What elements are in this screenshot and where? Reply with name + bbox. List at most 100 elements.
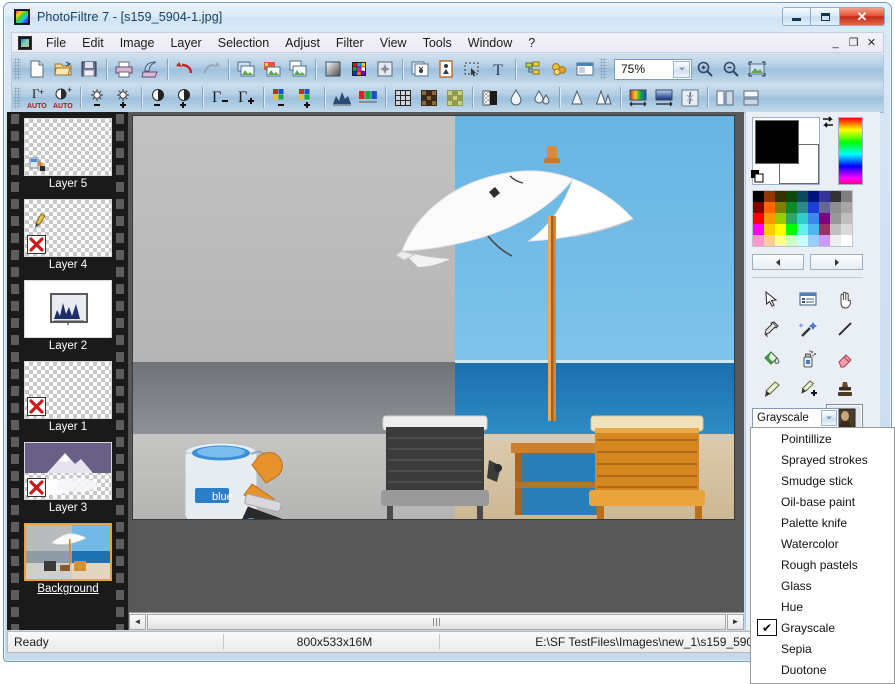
blur-icon[interactable] <box>503 85 529 110</box>
menu-view[interactable]: View <box>372 34 415 52</box>
palette-next-button[interactable] <box>810 254 863 270</box>
dropdown-item-oil-base-paint[interactable]: Oil-base paint <box>751 491 894 512</box>
dropdown-item-palette-knife[interactable]: Palette knife <box>751 512 894 533</box>
menu-layer[interactable]: Layer <box>162 34 209 52</box>
dither-icon[interactable] <box>416 85 442 110</box>
layer-item-layer-3[interactable]: Layer 3 <box>24 442 112 517</box>
dropdown-item-rough-pastels[interactable]: Rough pastels <box>751 554 894 575</box>
layer-item-layer-1[interactable]: Layer 1 <box>24 361 112 436</box>
toolbar-grip-2[interactable] <box>600 58 607 80</box>
pattern-icon[interactable] <box>442 85 468 110</box>
color-palette[interactable] <box>752 190 853 247</box>
redo-icon[interactable] <box>198 57 224 82</box>
menu-window[interactable]: Window <box>460 34 520 52</box>
menu-file[interactable]: File <box>38 34 74 52</box>
layer-thumbnail[interactable] <box>24 280 112 338</box>
zoom-input[interactable]: 75% <box>614 59 692 80</box>
image-explorer-icon[interactable] <box>407 57 433 82</box>
mdi-minimize-button[interactable]: _ <box>827 35 844 50</box>
mdi-restore-button[interactable]: ❐ <box>845 35 862 50</box>
palette-prev-button[interactable] <box>752 254 804 270</box>
hand-icon[interactable] <box>826 284 863 314</box>
magic-wand-icon[interactable] <box>789 314 826 344</box>
layer-item-layer-5[interactable]: Layer 5 <box>24 118 112 193</box>
layer-hidden-flag[interactable] <box>27 235 46 254</box>
spray-can-icon[interactable] <box>789 344 826 374</box>
effect-combo-box[interactable]: Grayscale <box>752 408 839 428</box>
layer-hidden-flag[interactable] <box>27 478 46 497</box>
menu-help[interactable]: ? <box>520 34 543 52</box>
dropdown-item-watercolor[interactable]: Watercolor <box>751 533 894 554</box>
sharpen-icon[interactable] <box>564 85 590 110</box>
menu-filter[interactable]: Filter <box>328 34 372 52</box>
save-file-icon[interactable] <box>76 57 102 82</box>
fit-screen-icon[interactable] <box>744 57 770 82</box>
menu-tools[interactable]: Tools <box>415 34 460 52</box>
layer-item-layer-2[interactable]: Layer 2 <box>24 280 112 355</box>
blur-more-icon[interactable] <box>529 85 555 110</box>
layer-thumbnail[interactable] <box>24 361 112 419</box>
saturation-down-icon[interactable] <box>268 85 294 110</box>
layer-thumbnail[interactable] <box>24 442 112 500</box>
colorize-icon[interactable] <box>651 85 677 110</box>
toolbar-grip-3[interactable] <box>14 87 21 109</box>
brightness-down-icon[interactable] <box>85 85 111 110</box>
gamma-up-icon[interactable]: Γ <box>233 85 259 110</box>
image-canvas[interactable]: blue <box>132 115 735 520</box>
duplicate-image-icon[interactable] <box>285 57 311 82</box>
brush-icon[interactable] <box>752 374 789 404</box>
slideshow-icon[interactable] <box>572 57 598 82</box>
color-palette-icon[interactable] <box>346 57 372 82</box>
contrast-down-icon[interactable] <box>146 85 172 110</box>
chevron-down-icon[interactable] <box>821 410 837 426</box>
print-icon[interactable] <box>111 57 137 82</box>
scroll-left-button[interactable]: ◄ <box>129 614 146 630</box>
layer-item-layer-4[interactable]: Layer 4 <box>24 199 112 274</box>
canvas-pane[interactable]: blue ◄ ► <box>129 112 744 630</box>
dropdown-item-glass[interactable]: Glass <box>751 575 894 596</box>
auto-contrast-icon[interactable]: +AUTO <box>50 85 76 110</box>
zoom-out-icon[interactable] <box>718 57 744 82</box>
dropdown-item-hue[interactable]: Hue <box>751 596 894 617</box>
effects-icon[interactable] <box>372 57 398 82</box>
toolbar-grip[interactable] <box>14 58 21 80</box>
hue-gradient-bar[interactable] <box>838 117 863 185</box>
swap-colors-icon[interactable] <box>820 114 836 130</box>
chevron-down-icon[interactable] <box>673 61 690 78</box>
mirror-icon[interactable] <box>712 85 738 110</box>
brush-plus-icon[interactable] <box>789 374 826 404</box>
default-colors-icon[interactable] <box>750 169 766 185</box>
auto-levels-icon[interactable]: Γ+AUTO <box>24 85 50 110</box>
gradient-icon[interactable] <box>320 57 346 82</box>
close-button[interactable]: ✕ <box>840 7 885 26</box>
scroll-right-button[interactable]: ► <box>727 614 744 630</box>
brightness-up-icon[interactable] <box>111 85 137 110</box>
contrast-up-icon[interactable] <box>172 85 198 110</box>
open-file-icon[interactable] <box>50 57 76 82</box>
deform-icon[interactable] <box>677 85 703 110</box>
hue-shift-icon[interactable] <box>625 85 651 110</box>
layer-thumbnail[interactable] <box>24 199 112 257</box>
mosaic-icon[interactable] <box>390 85 416 110</box>
dropdown-item-smudge-stick[interactable]: Smudge stick <box>751 470 894 491</box>
dropdown-item-sepia[interactable]: Sepia <box>751 638 894 659</box>
text-tool-icon[interactable]: T <box>485 57 511 82</box>
menu-image[interactable]: Image <box>112 34 163 52</box>
line-icon[interactable] <box>826 314 863 344</box>
dissolve-icon[interactable] <box>477 85 503 110</box>
automate-icon[interactable] <box>546 57 572 82</box>
layer-item-background[interactable]: Background <box>24 523 112 598</box>
menu-adjust[interactable]: Adjust <box>277 34 328 52</box>
saturation-up-icon[interactable] <box>294 85 320 110</box>
layer-hidden-flag[interactable] <box>27 397 46 416</box>
layer-thumbnail[interactable] <box>24 118 112 176</box>
gamma-down-icon[interactable]: Γ <box>207 85 233 110</box>
dropdown-item-duotone[interactable]: Duotone <box>751 659 894 680</box>
layers-filmstrip[interactable]: Layer 5 Layer 4 Layer 2 <box>7 112 129 630</box>
layer-manager-icon[interactable] <box>520 57 546 82</box>
paste-image-icon[interactable] <box>259 57 285 82</box>
selection-icon[interactable] <box>459 57 485 82</box>
scrollbar-thumb[interactable] <box>147 614 726 630</box>
flip-icon[interactable] <box>738 85 764 110</box>
eyedropper-icon[interactable] <box>752 314 789 344</box>
